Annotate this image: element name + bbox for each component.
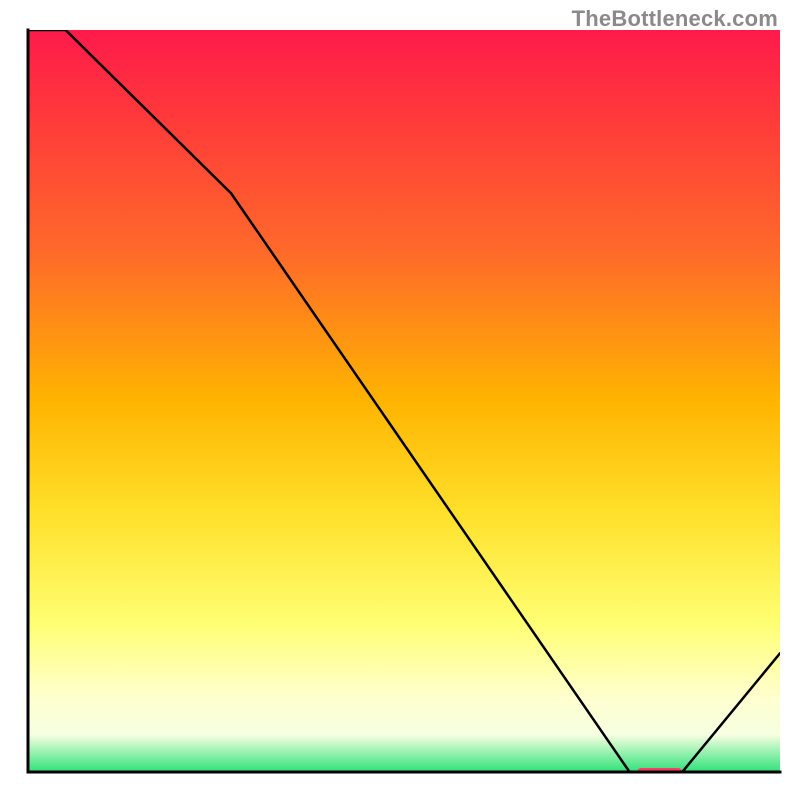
bottleneck-chart	[0, 0, 800, 800]
chart-container: TheBottleneck.com	[0, 0, 800, 800]
watermark-text: TheBottleneck.com	[572, 6, 778, 32]
plot-background	[28, 30, 780, 772]
